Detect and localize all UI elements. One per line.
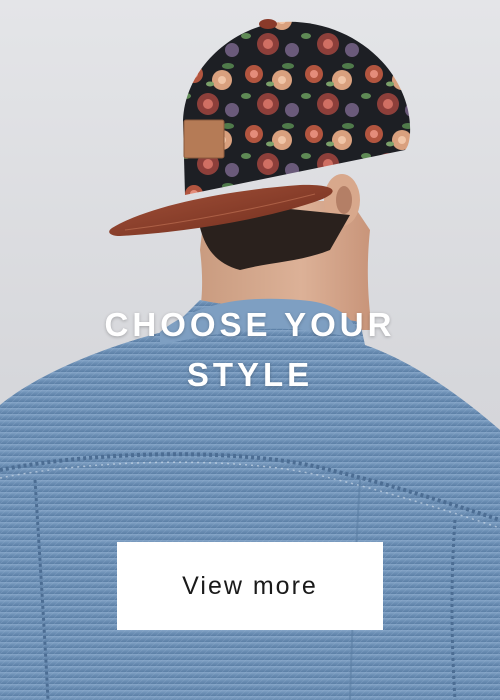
headline-line-1: CHOOSE YOUR xyxy=(104,306,396,343)
floral-cap xyxy=(183,21,411,196)
headline-line-2: STYLE xyxy=(186,356,314,393)
banner-headline: CHOOSE YOUR STYLE xyxy=(0,300,500,400)
promo-banner[interactable]: CHOOSE YOUR STYLE View more xyxy=(0,0,500,700)
cap-patch xyxy=(183,119,225,159)
view-more-button[interactable]: View more xyxy=(117,542,383,630)
